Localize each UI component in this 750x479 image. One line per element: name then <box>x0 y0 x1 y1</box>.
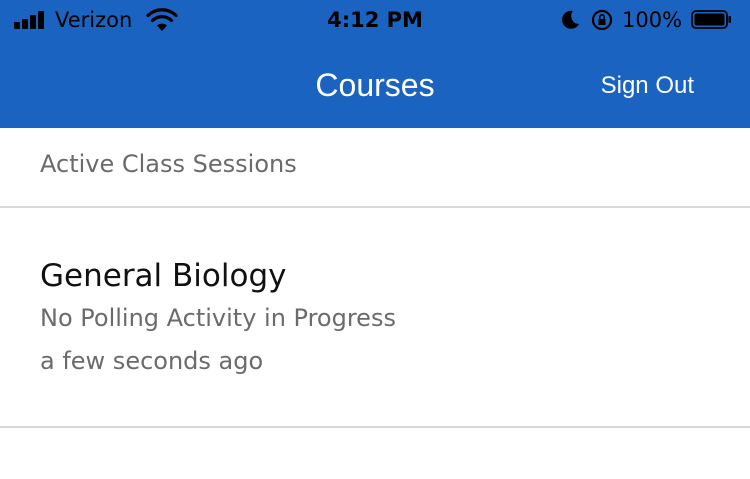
course-list-item[interactable]: General Biology No Polling Activity in P… <box>0 208 750 428</box>
battery-percent: 100% <box>622 8 683 32</box>
rotation-lock-icon <box>591 9 613 31</box>
header-bar: Verizon 4:12 PM 100% Courses Sign Out <box>0 0 750 128</box>
section-header-label: Active Class Sessions <box>40 150 297 178</box>
section-header: Active Class Sessions <box>0 128 750 208</box>
course-status: No Polling Activity in Progress <box>40 304 396 332</box>
battery-icon <box>691 10 731 29</box>
moon-icon <box>562 10 579 29</box>
course-updated-time: a few seconds ago <box>40 347 264 375</box>
course-name: General Biology <box>40 258 287 294</box>
status-bar: Verizon 4:12 PM 100% <box>0 0 750 40</box>
sign-out-button[interactable]: Sign Out <box>601 70 694 102</box>
